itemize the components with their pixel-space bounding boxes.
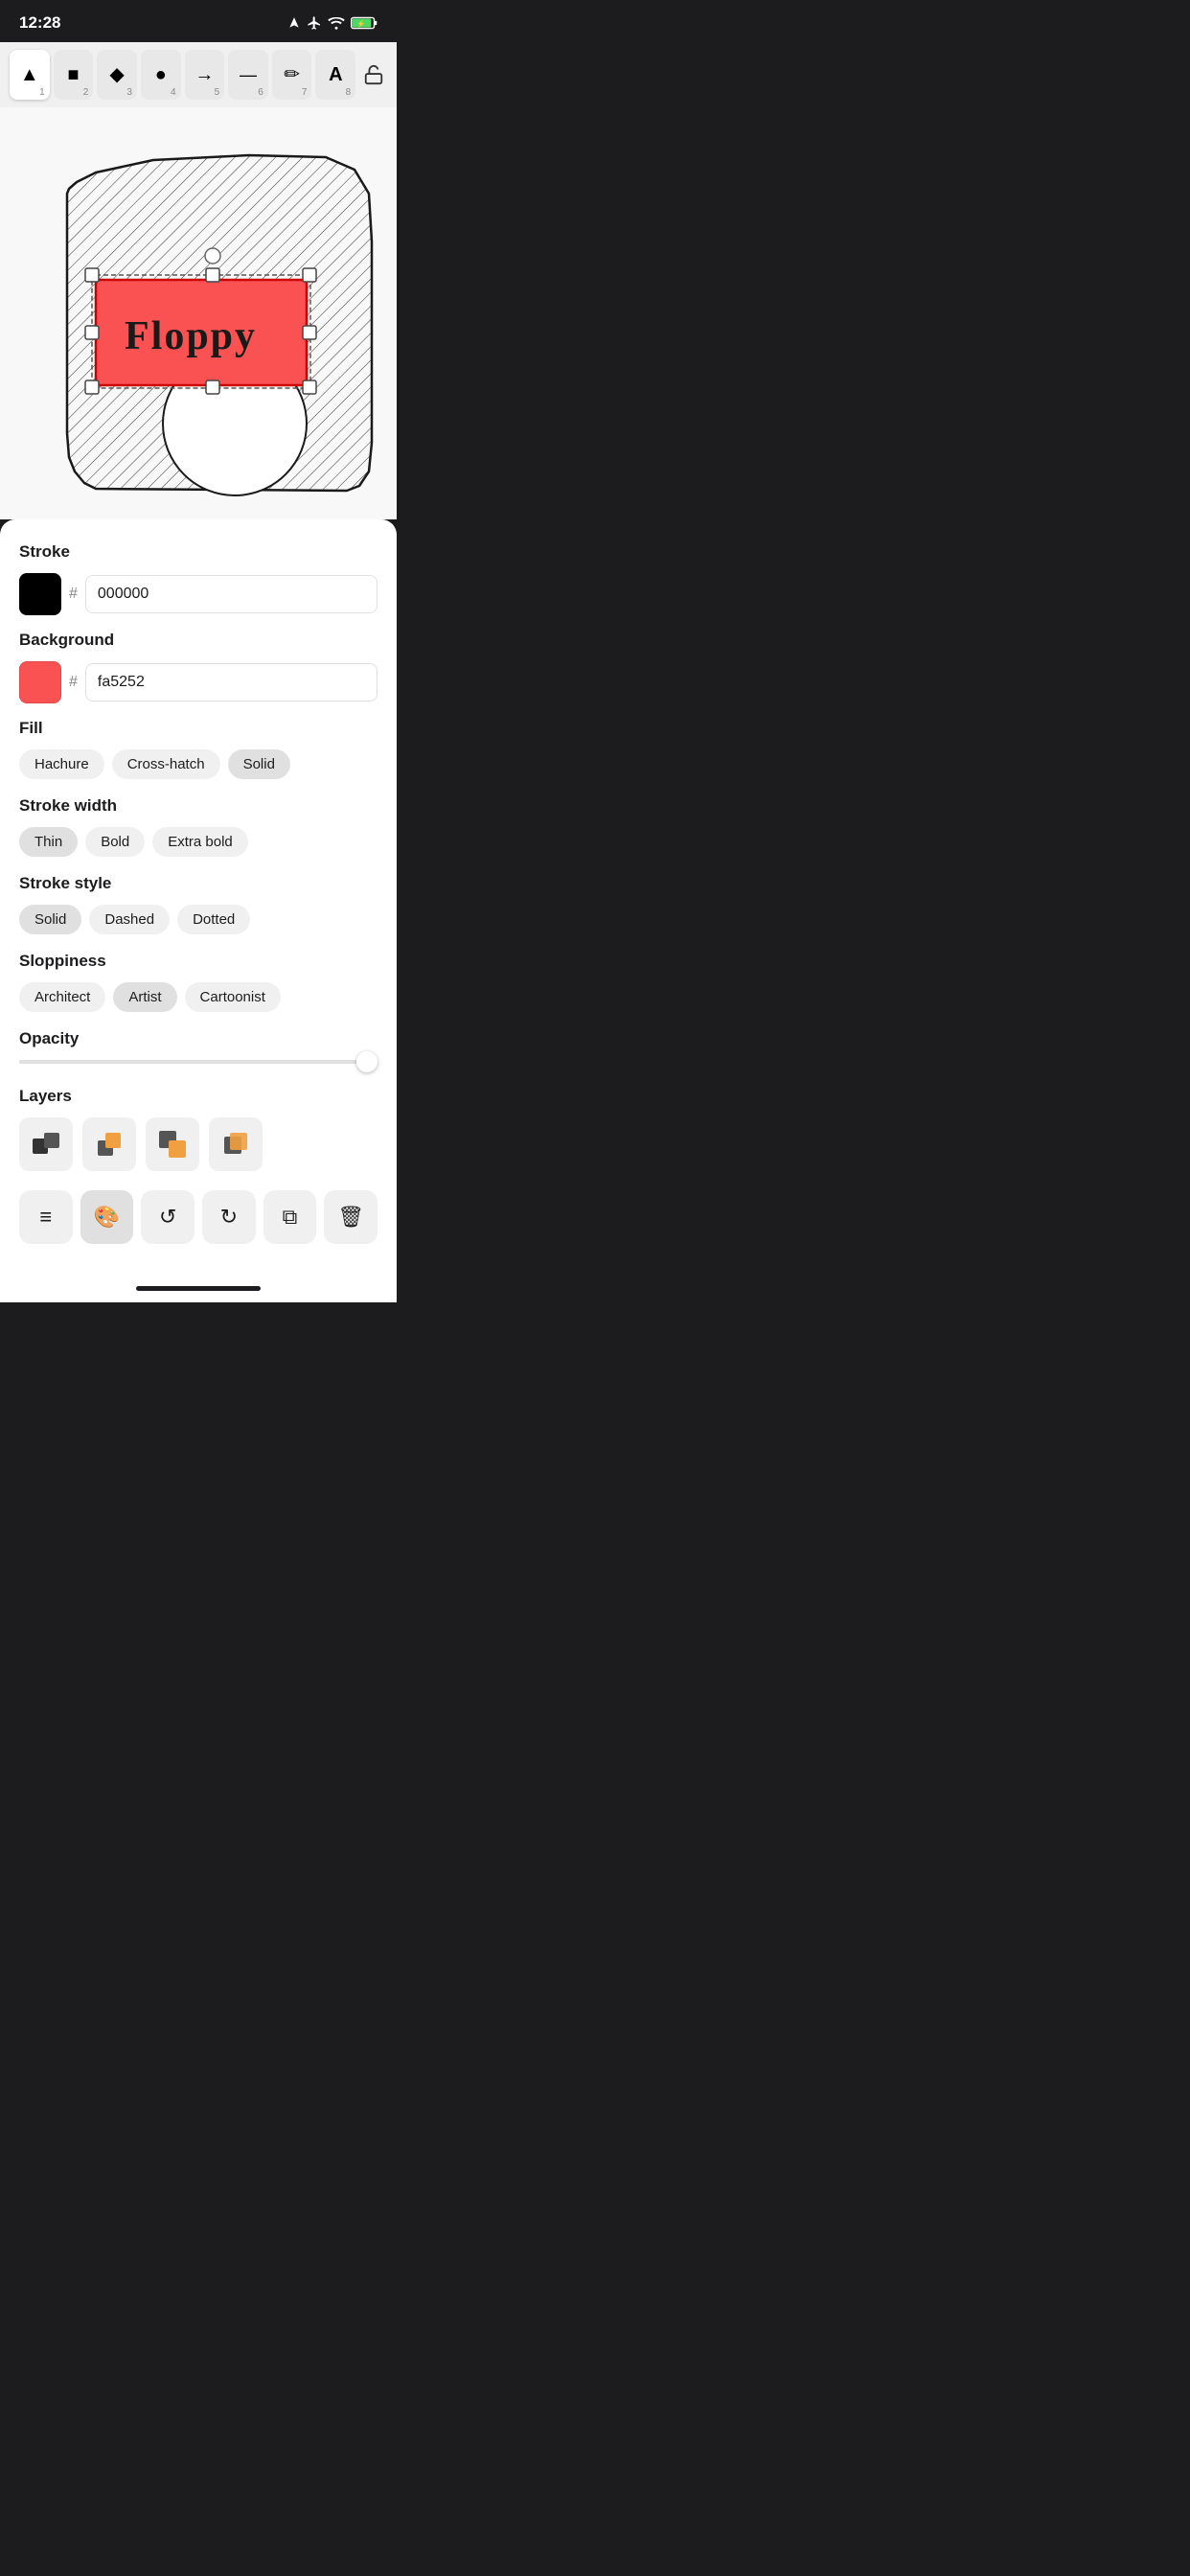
fill-solid[interactable]: Solid (228, 749, 290, 779)
layer-icon-2 (94, 1129, 125, 1160)
layers-row (19, 1117, 378, 1171)
svg-text:⚡: ⚡ (356, 20, 366, 29)
canvas-svg: Floppy (0, 107, 397, 519)
stroke-width-bold[interactable]: Bold (85, 827, 145, 857)
layer-icon-1 (31, 1129, 61, 1160)
tool-circle[interactable]: ● 4 (141, 50, 181, 100)
location-icon (287, 16, 301, 30)
stroke-hash-symbol: # (69, 586, 78, 603)
menu-button[interactable]: ≡ (19, 1190, 73, 1244)
sloppiness-label: Sloppiness (19, 952, 378, 971)
undo-button[interactable]: ↺ (141, 1190, 195, 1244)
stroke-style-options: Solid Dashed Dotted (19, 905, 378, 934)
lock-button[interactable] (359, 58, 387, 92)
arrow-icon: → (195, 65, 214, 84)
bg-color-swatch[interactable] (19, 661, 61, 703)
battery-icon: ⚡ (351, 16, 378, 30)
delete-button[interactable]: 🗑 (324, 1190, 378, 1244)
pencil-icon: ✏ (284, 65, 300, 84)
lock-open-icon (363, 64, 384, 85)
duplicate-icon: ⧉ (283, 1205, 298, 1230)
status-icons: ⚡ (287, 15, 378, 31)
stroke-color-row: # (19, 573, 378, 615)
tool-text[interactable]: A 8 (315, 50, 355, 100)
trash-icon: 🗑 (337, 1205, 364, 1230)
fill-crosshatch[interactable]: Cross-hatch (112, 749, 220, 779)
stroke-width-label: Stroke width (19, 796, 378, 816)
line-icon: — (240, 66, 257, 83)
layer-btn-1[interactable] (19, 1117, 73, 1171)
background-label: Background (19, 631, 378, 650)
redo-button[interactable]: ↻ (202, 1190, 256, 1244)
layer-btn-4[interactable] (209, 1117, 263, 1171)
fill-hachure[interactable]: Hachure (19, 749, 104, 779)
text-icon: A (329, 65, 342, 84)
opacity-label: Opacity (19, 1029, 378, 1048)
action-bar: ≡ 🎨 ↺ ↻ ⧉ 🗑 (19, 1190, 378, 1244)
rect-icon: ■ (67, 65, 79, 84)
tool-line[interactable]: — 6 (228, 50, 268, 100)
undo-icon: ↺ (159, 1205, 176, 1230)
tool-rect[interactable]: ■ 2 (54, 50, 94, 100)
airplane-icon (307, 15, 322, 31)
tool-select[interactable]: ▲ 1 (10, 50, 50, 100)
fill-options: Hachure Cross-hatch Solid (19, 749, 378, 779)
canvas-area[interactable]: Floppy (0, 107, 397, 519)
fill-label: Fill (19, 719, 378, 738)
stroke-color-swatch[interactable] (19, 573, 61, 615)
opacity-fill (19, 1060, 359, 1064)
tool-arrow[interactable]: → 5 (185, 50, 225, 100)
stroke-color-input[interactable] (85, 575, 378, 613)
redo-icon: ↻ (220, 1205, 238, 1230)
tool-pencil[interactable]: ✏ 7 (272, 50, 312, 100)
circle-icon: ● (155, 65, 167, 84)
status-time: 12:28 (19, 13, 60, 33)
stroke-label: Stroke (19, 542, 378, 562)
properties-panel: Stroke # Background # Fill Hachure Cross… (0, 519, 397, 1278)
stroke-width-options: Thin Bold Extra bold (19, 827, 378, 857)
stroke-style-label: Stroke style (19, 874, 378, 893)
stroke-style-dotted[interactable]: Dotted (177, 905, 250, 934)
stroke-style-solid[interactable]: Solid (19, 905, 81, 934)
menu-icon: ≡ (39, 1205, 52, 1230)
opacity-thumb[interactable] (356, 1051, 378, 1072)
svg-text:Floppy: Floppy (125, 314, 257, 358)
layers-label: Layers (19, 1087, 378, 1106)
wifi-icon (328, 16, 345, 30)
home-indicator-area (0, 1278, 397, 1302)
sloppiness-options: Architect Artist Cartoonist (19, 982, 378, 1012)
style-icon: 🎨 (94, 1205, 120, 1230)
layer-icon-3 (157, 1129, 188, 1160)
bg-hash-symbol: # (69, 674, 78, 691)
stroke-style-dashed[interactable]: Dashed (89, 905, 170, 934)
status-bar: 12:28 ⚡ (0, 0, 397, 42)
tool-diamond[interactable]: ◆ 3 (97, 50, 137, 100)
sloppiness-artist[interactable]: Artist (113, 982, 176, 1012)
layer-btn-2[interactable] (82, 1117, 136, 1171)
diamond-icon: ◆ (109, 65, 124, 84)
opacity-track (19, 1060, 378, 1064)
bg-color-row: # (19, 661, 378, 703)
sloppiness-architect[interactable]: Architect (19, 982, 105, 1012)
toolbar: ▲ 1 ■ 2 ◆ 3 ● 4 → 5 — 6 ✏ 7 A 8 (0, 42, 397, 107)
select-icon: ▲ (20, 65, 39, 84)
bg-color-input[interactable] (85, 663, 378, 702)
stroke-width-extrabold[interactable]: Extra bold (152, 827, 248, 857)
opacity-slider-container[interactable] (19, 1060, 378, 1064)
layer-btn-3[interactable] (146, 1117, 199, 1171)
duplicate-button[interactable]: ⧉ (263, 1190, 317, 1244)
style-button[interactable]: 🎨 (80, 1190, 134, 1244)
home-indicator-bar (136, 1286, 261, 1291)
layer-icon-4 (220, 1129, 251, 1160)
sloppiness-cartoonist[interactable]: Cartoonist (185, 982, 281, 1012)
stroke-width-thin[interactable]: Thin (19, 827, 78, 857)
